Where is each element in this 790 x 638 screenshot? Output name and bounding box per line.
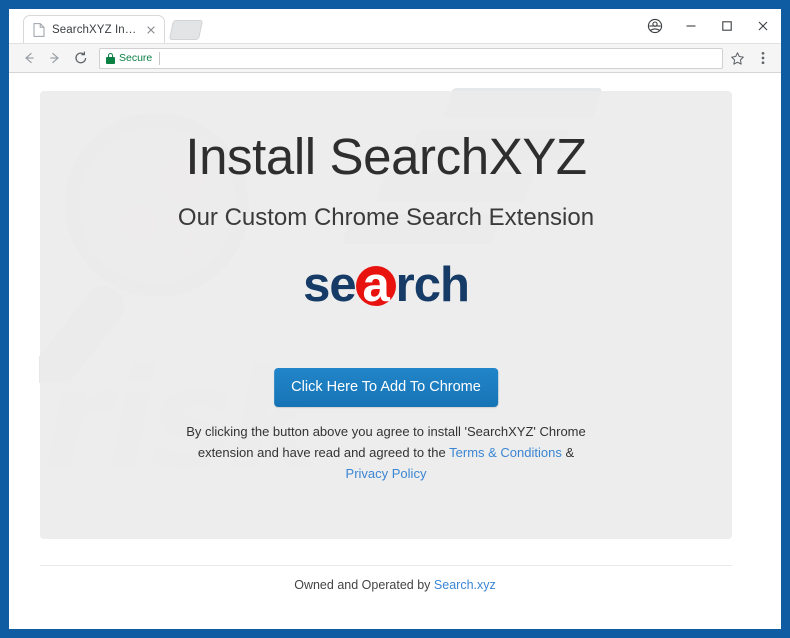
disclaimer-line-1: By clicking the button above you agree t… [186, 424, 586, 439]
page-viewport: risk Install SearchXYZ Our Custom Chrome… [9, 73, 781, 629]
minimize-button[interactable] [673, 9, 709, 43]
forward-icon[interactable] [43, 46, 67, 70]
address-bar[interactable]: Secure [99, 47, 723, 69]
tab-searchxyz-install[interactable]: SearchXYZ Install [23, 15, 165, 43]
close-icon[interactable] [144, 23, 158, 37]
browser-window: SearchXYZ Install Secure Install SearchX… [9, 9, 781, 629]
footer-text: Owned and Operated by [294, 578, 434, 592]
disclaimer-text: By clicking the button above you agree t… [176, 421, 596, 485]
tab-strip: SearchXYZ Install [9, 9, 781, 43]
three-dot-menu-icon[interactable] [751, 46, 775, 70]
search-logo: se a rch [40, 261, 732, 310]
disclaimer-line-2: extension and have read and agreed to th… [197, 445, 450, 461]
add-to-chrome-button[interactable]: Click Here To Add To Chrome [274, 368, 498, 407]
back-icon[interactable] [17, 46, 41, 70]
page-title: Install SearchXYZ [185, 128, 587, 185]
new-tab-button[interactable] [168, 20, 204, 40]
window-controls [637, 9, 781, 43]
install-panel: Install SearchXYZ Our Custom Chrome Sear… [40, 91, 732, 539]
page-icon [33, 22, 45, 37]
logo-part-1: se [303, 258, 357, 312]
maximize-button[interactable] [709, 9, 745, 43]
browser-toolbar: Secure [9, 43, 781, 73]
page-subtitle: Our Custom Chrome Search Extension [177, 204, 595, 231]
terms-and-conditions-link[interactable]: Terms & Conditions [449, 445, 562, 460]
privacy-policy-link[interactable]: Privacy Policy [346, 466, 427, 481]
reload-icon[interactable] [69, 46, 93, 70]
logo-part-2: rch [395, 258, 470, 312]
searchxyz-site-link[interactable]: Search.xyz [434, 578, 496, 592]
close-button[interactable] [745, 9, 781, 43]
window-frame: SearchXYZ Install Secure Install SearchX… [0, 0, 790, 638]
lock-icon [106, 52, 115, 64]
tab-title: SearchXYZ Install [52, 23, 140, 36]
star-icon[interactable] [725, 46, 749, 70]
footer-divider [40, 565, 732, 566]
footer: Owned and Operated by Search.xyz [9, 578, 781, 592]
disclaimer-ampersand: & [561, 445, 575, 461]
secure-label: Secure [119, 52, 153, 64]
logo-accent-circle: a [355, 258, 396, 312]
url-caret [159, 51, 161, 65]
logo-accent-letter: a [362, 258, 389, 312]
profile-icon[interactable] [637, 9, 673, 43]
